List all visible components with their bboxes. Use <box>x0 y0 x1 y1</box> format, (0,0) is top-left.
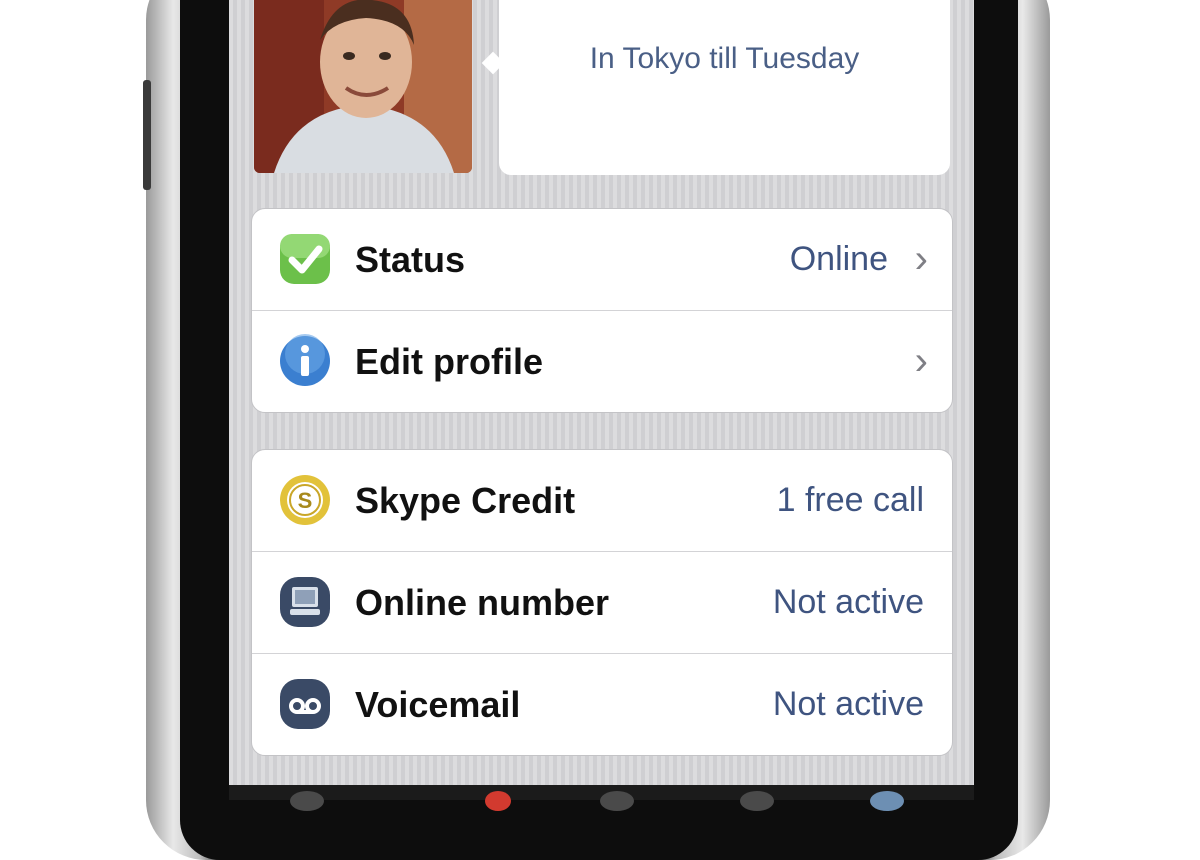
status-value: Online <box>789 240 888 278</box>
tab-icon[interactable] <box>870 791 904 811</box>
skype-credit-value: 1 free call <box>776 481 924 519</box>
online-number-value: Not active <box>772 583 924 621</box>
status-label: Status <box>355 239 466 280</box>
mood-message-card[interactable]: In Tokyo till Tuesday <box>499 0 950 175</box>
voicemail-row[interactable]: Voicemail Not active <box>252 653 952 755</box>
mood-message-text: In Tokyo till Tuesday <box>589 42 860 75</box>
skype-credit-row[interactable]: S Skype Credit 1 free call <box>252 450 952 551</box>
phone-side-button <box>143 80 151 190</box>
online-number-label: Online number <box>355 582 610 623</box>
avatar-photo <box>254 0 472 173</box>
profile-settings-group: Status Online › Edit profile › <box>251 208 953 413</box>
voicemail-value: Not active <box>772 685 924 723</box>
tab-icon[interactable] <box>290 791 324 811</box>
profile-avatar[interactable] <box>254 0 472 173</box>
notification-badge <box>485 791 511 811</box>
status-check-icon <box>278 232 332 286</box>
skype-credit-coin-icon: S <box>278 473 332 527</box>
chevron-right-icon: › <box>914 339 928 383</box>
online-number-row[interactable]: Online number Not active <box>252 551 952 653</box>
skype-profile-screen: In Tokyo till Tuesday Status Online › Ed… <box>229 0 974 785</box>
svg-text:S: S <box>298 488 313 513</box>
chevron-right-icon: › <box>914 237 928 281</box>
skype-credit-label: Skype Credit <box>355 480 576 521</box>
edit-profile-row[interactable]: Edit profile › <box>252 310 952 412</box>
tab-icon[interactable] <box>740 791 774 811</box>
tab-icon[interactable] <box>600 791 634 811</box>
online-number-phone-icon <box>278 575 332 629</box>
voicemail-icon <box>278 677 332 731</box>
voicemail-label: Voicemail <box>355 684 521 725</box>
info-icon <box>278 334 332 388</box>
account-features-group: S Skype Credit 1 free call Online number… <box>251 449 953 756</box>
status-row[interactable]: Status Online › <box>252 209 952 310</box>
edit-profile-label: Edit profile <box>355 341 543 382</box>
